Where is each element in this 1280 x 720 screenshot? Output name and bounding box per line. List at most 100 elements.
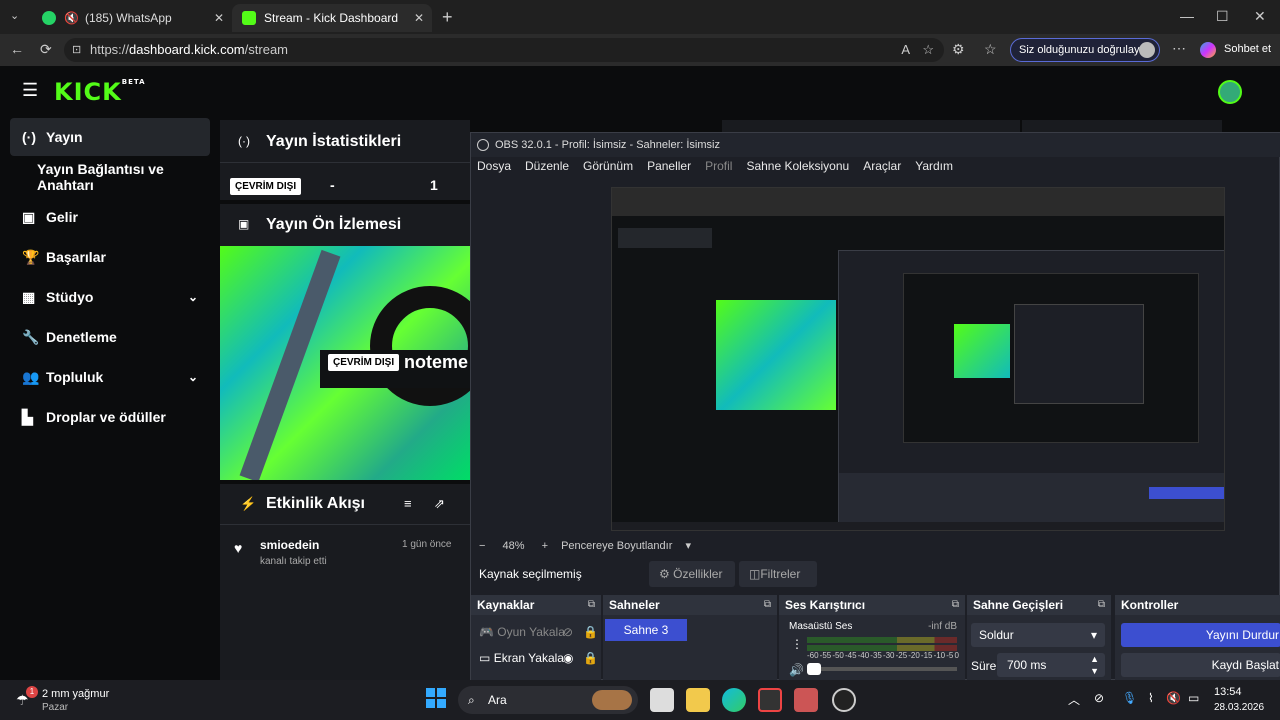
menu-view[interactable]: Görünüm xyxy=(583,159,633,173)
start-icon[interactable] xyxy=(426,688,446,708)
transition-select[interactable]: Soldur ▾ xyxy=(971,623,1105,647)
sidebar-item-community[interactable]: 👥 Topluluk ⌄ xyxy=(10,358,210,396)
spin-up-icon[interactable]: ▲ xyxy=(1090,653,1099,665)
volume-meter xyxy=(807,637,957,643)
menu-edit[interactable]: Düzenle xyxy=(525,159,569,173)
popout-icon[interactable]: ⧉ xyxy=(588,595,595,615)
kick-logo[interactable]: KICKBETA xyxy=(54,78,146,106)
favorites-icon[interactable]: ☆ xyxy=(984,41,997,58)
notification-badge: 1 xyxy=(26,686,38,698)
menu-file[interactable]: Dosya xyxy=(477,159,511,173)
battery-icon[interactable]: ▭ xyxy=(1188,691,1199,705)
chevron-down-icon: ▾ xyxy=(1090,628,1097,642)
minimize-icon[interactable]: — xyxy=(1180,8,1194,24)
volume-slider[interactable] xyxy=(807,663,957,675)
network-icon[interactable]: ⊘ xyxy=(1094,691,1104,705)
eye-icon[interactable]: ◉ xyxy=(563,651,573,665)
menu-icon[interactable]: ☰ xyxy=(22,80,38,101)
user-avatar[interactable] xyxy=(1218,80,1242,104)
lock-icon[interactable]: 🔒 xyxy=(583,625,598,639)
obs-icon[interactable] xyxy=(832,688,856,712)
broadcast-icon: (·) xyxy=(22,129,36,145)
wifi-icon[interactable]: ⌇ xyxy=(1148,691,1154,705)
more-icon[interactable]: ⋯ xyxy=(1172,40,1186,57)
copilot-icon[interactable] xyxy=(1200,42,1216,58)
lock-icon[interactable]: 🔒 xyxy=(583,651,598,665)
refresh-icon[interactable]: ⟳ xyxy=(40,41,52,58)
url-input[interactable]: ⊡ https://dashboard.kick.com/stream A ☆ xyxy=(64,38,944,62)
extensions-icon[interactable]: ⚙ xyxy=(952,41,965,58)
stop-stream-button[interactable]: Yayını Durdur xyxy=(1121,623,1280,647)
microphone-icon[interactable]: 🎙 xyxy=(1122,691,1137,705)
speaker-icon[interactable]: 🔊 xyxy=(789,663,804,677)
filter-icon[interactable]: ≡ xyxy=(404,496,412,511)
menu-docks[interactable]: Paneller xyxy=(647,159,691,173)
zoom-in-icon[interactable]: + xyxy=(542,540,548,552)
app-icon[interactable] xyxy=(758,688,782,712)
close-tab-icon[interactable]: ✕ xyxy=(214,11,224,25)
sidebar-item-achievements[interactable]: 🏆 Başarılar xyxy=(10,238,210,276)
tab-whatsapp[interactable]: 🔇 (185) WhatsApp ✕ xyxy=(32,4,232,32)
new-tab-icon[interactable]: + xyxy=(442,7,453,28)
properties-button[interactable]: ⚙ Özellikler xyxy=(649,561,735,587)
verify-identity-button[interactable]: Siz olduğunuzu doğrulayın xyxy=(1010,38,1160,62)
popout-icon[interactable]: ⧉ xyxy=(1098,595,1105,615)
copilot-label[interactable]: Sohbet et xyxy=(1224,43,1271,55)
start-recording-button[interactable]: Kaydı Başlat xyxy=(1121,653,1280,677)
favorite-icon[interactable]: ☆ xyxy=(922,38,934,62)
site-info-icon[interactable]: ⊡ xyxy=(72,38,81,62)
more-vertical-icon[interactable]: ⋮ xyxy=(791,637,803,651)
volume-mute-icon[interactable]: 🔇 xyxy=(1166,691,1181,705)
close-window-icon[interactable]: ✕ xyxy=(1254,8,1266,25)
spin-down-icon[interactable]: ▼ xyxy=(1090,665,1099,677)
sidebar-item-drops[interactable]: ▙ Droplar ve ödüller xyxy=(10,398,210,436)
duration-spinbox[interactable]: 700 ms ▲ ▼ xyxy=(997,653,1105,677)
task-view-icon[interactable] xyxy=(650,688,674,712)
back-icon[interactable]: ← xyxy=(10,41,24,57)
popout-icon[interactable]: ⇗ xyxy=(434,496,445,512)
clock-date[interactable]: 28.03.2026 xyxy=(1214,702,1264,713)
menu-scene-collection[interactable]: Sahne Koleksiyonu xyxy=(746,159,849,173)
popout-icon[interactable]: ⧉ xyxy=(952,595,959,615)
menu-help[interactable]: Yardım xyxy=(915,159,953,173)
close-tab-icon[interactable]: ✕ xyxy=(414,11,424,25)
weather-text: 2 mm yağmur xyxy=(42,688,110,700)
file-explorer-icon[interactable] xyxy=(686,688,710,712)
clock-time[interactable]: 13:54 xyxy=(1214,686,1242,698)
zoom-out-icon[interactable]: − xyxy=(479,540,485,552)
meter-tick: -10 xyxy=(933,651,946,660)
verify-label: Siz olduğunuzu doğrulayın xyxy=(1019,44,1149,56)
source-item-screen[interactable]: ▭ Ekran Yakala ◉ 🔒 xyxy=(479,651,598,665)
tab-list-icon[interactable]: ⌄ xyxy=(10,9,19,22)
nested-browser-chrome xyxy=(612,188,1224,216)
taskbar-search[interactable]: ⌕ Ara xyxy=(458,686,638,714)
chevron-down-icon[interactable]: ▾ xyxy=(685,540,691,552)
obs-preview[interactable] xyxy=(611,187,1225,531)
sidebar-item-revenue[interactable]: ▣ Gelir xyxy=(10,198,210,236)
maximize-icon[interactable]: ☐ xyxy=(1216,8,1229,25)
nested-obs-preview xyxy=(903,273,1199,443)
app-icon[interactable] xyxy=(794,688,818,712)
fit-window-button[interactable]: Pencereye Boyutlandır xyxy=(561,540,672,552)
read-aloud-icon[interactable]: A xyxy=(901,38,910,62)
sidebar-item-moderation[interactable]: 🔧 Denetleme xyxy=(10,318,210,356)
show-hidden-icons[interactable]: ︿ xyxy=(1068,691,1080,708)
sidebar-item-studio[interactable]: ▦ Stüdyo ⌄ xyxy=(10,278,210,316)
menu-tools[interactable]: Araçlar xyxy=(863,159,901,173)
source-item-game[interactable]: 🎮 Oyun Yakala ⊘ 🔒 xyxy=(479,625,598,639)
sidebar-item-label: Yayın xyxy=(46,129,83,145)
mixer-dock-header: Ses Karıştırıcı ⧉ xyxy=(779,595,965,615)
volume-slider-handle[interactable] xyxy=(807,663,821,675)
eye-hidden-icon[interactable]: ⊘ xyxy=(563,625,573,639)
mute-icon[interactable]: 🔇 xyxy=(64,11,79,25)
sidebar-item-stream-key[interactable]: Yayın Bağlantısı ve Anahtarı xyxy=(10,158,210,196)
heart-icon: ♥ xyxy=(234,540,243,556)
filters-button[interactable]: ◫Filtreler xyxy=(739,561,817,587)
edge-icon[interactable] xyxy=(722,688,746,712)
preview-panel: ▣ Yayın Ön İzlemesi ÇEVRİM DIŞI noteme xyxy=(220,204,470,480)
tab-kick-dashboard[interactable]: Stream - Kick Dashboard ✕ xyxy=(232,4,432,32)
sidebar-item-stream[interactable]: (·) Yayın xyxy=(10,118,210,156)
popout-icon[interactable]: ⧉ xyxy=(764,595,771,615)
menu-profile[interactable]: Profil xyxy=(705,159,732,173)
scene-item[interactable]: Sahne 3 xyxy=(605,619,687,641)
